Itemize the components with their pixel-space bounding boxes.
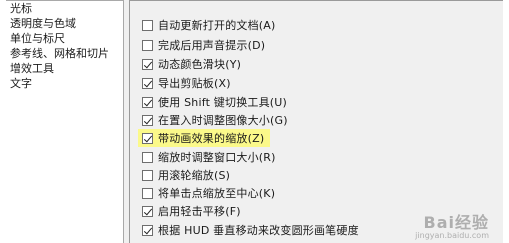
option-label: 自动更新打开的文档(A) [158,19,276,32]
option-checkbox[interactable] [142,151,153,163]
option-label: 启用轻击平移(F) [158,205,241,218]
baidu-watermark: Bai经验 [423,213,489,232]
option-label: 将单击点缩放至中心(K) [158,187,276,200]
option-checkbox[interactable] [142,187,153,199]
options-panel: 自动更新打开的文档(A) 完成后用声音提示(D) 动态颜色滑块(Y) 导出剪贴板… [124,0,503,243]
option-label: 缩放时调整窗口大小(R) [158,151,276,164]
option-resize-on-place[interactable]: 在置入时调整图像大小(G) [142,111,288,129]
option-label: 用滚轮缩放(S) [158,169,231,182]
option-auto-update-documents[interactable]: 自动更新打开的文档(A) [142,16,276,34]
panel-top-border [129,0,503,1]
option-shift-tool-switch[interactable]: 使用 Shift 键切换工具(U) [142,93,287,111]
preferences-dialog: 光标 透明度与色域 单位与标尺 参考线、网格和切片 增效工具 文字 自动更新打开… [6,0,503,243]
option-label: 导出剪贴板(X) [158,77,231,90]
sidebar-item-cursor[interactable]: 光标 [6,1,123,16]
option-dynamic-color-sliders[interactable]: 动态颜色滑块(Y) [142,55,241,73]
sidebar-item-type[interactable]: 文字 [6,76,123,91]
sidebar-item-plugins[interactable]: 增效工具 [6,61,123,76]
option-flick-panning[interactable]: 启用轻击平移(F) [142,202,241,220]
option-checkbox[interactable] [142,19,153,31]
option-checkbox[interactable] [142,205,153,217]
option-checkbox[interactable] [142,224,153,236]
option-checkbox[interactable] [142,58,153,70]
sidebar-item-transparency-gamut[interactable]: 透明度与色域 [6,16,123,31]
option-label: 在置入时调整图像大小(G) [158,114,288,127]
option-checkbox[interactable] [142,96,153,108]
option-beep-when-done[interactable]: 完成后用声音提示(D) [142,36,265,54]
option-label: 根据 HUD 垂直移动来改变圆形画笔硬度 [158,224,359,237]
option-animated-zoom[interactable]: 带动画效果的缩放(Z) [138,129,271,147]
option-checkbox[interactable] [142,77,153,89]
sidebar-item-units-rulers[interactable]: 单位与标尺 [6,31,123,46]
option-checkbox[interactable] [142,169,153,181]
sidebar-item-guides-grid-slices[interactable]: 参考线、网格和切片 [6,46,123,61]
option-label: 完成后用声音提示(D) [158,39,266,52]
option-hud-brush-hardness[interactable]: 根据 HUD 垂直移动来改变圆形画笔硬度 [142,221,359,239]
option-checkbox[interactable] [142,114,153,126]
option-label: 使用 Shift 键切换工具(U) [158,96,288,109]
option-checkbox[interactable] [142,39,153,51]
option-export-clipboard[interactable]: 导出剪贴板(X) [142,74,231,92]
option-checkbox[interactable] [142,132,153,144]
option-zoom-resizes-windows[interactable]: 缩放时调整窗口大小(R) [142,148,276,166]
option-label: 动态颜色滑块(Y) [158,58,242,71]
baidu-watermark-url: jingyan.baidu.com [415,231,489,240]
option-zoom-with-scroll-wheel[interactable]: 用滚轮缩放(S) [142,166,230,184]
panel-divider [129,0,130,243]
preferences-category-list: 光标 透明度与色域 单位与标尺 参考线、网格和切片 增效工具 文字 [6,0,124,243]
option-zoom-clicked-point-center[interactable]: 将单击点缩放至中心(K) [142,184,275,202]
option-label: 带动画效果的缩放(Z) [158,132,265,145]
